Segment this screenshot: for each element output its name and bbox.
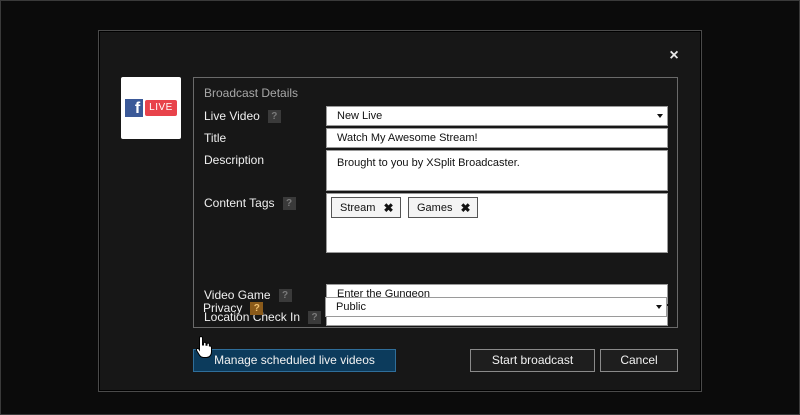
chevron-down-icon[interactable] [652,298,666,316]
description-label-text: Description [204,153,265,167]
close-icon[interactable]: ✖ [460,201,470,215]
help-icon[interactable]: ? [250,301,264,315]
tag-stream: Stream ✖ [331,197,401,218]
cancel-button[interactable]: Cancel [600,349,678,372]
live-badge: LIVE [145,100,177,116]
tag-label: Stream [340,201,376,214]
tag-label: Games [416,201,453,214]
title-input[interactable]: Watch My Awesome Stream! [326,128,668,148]
close-icon[interactable]: × [665,47,683,65]
content-tags-label: Content Tags ? [204,194,296,212]
help-icon[interactable]: ? [282,196,296,210]
content-tags-input[interactable]: Stream ✖ Games ✖ [326,193,668,253]
help-icon[interactable]: ? [278,288,292,302]
privacy-value: Public [336,301,366,313]
content-tags-label-text: Content Tags [204,196,275,210]
title-label: Title [204,129,226,147]
description-textarea[interactable]: Brought to you by XSplit Broadcaster. [326,150,668,191]
facebook-badge: f LIVE [125,99,177,117]
close-icon[interactable]: ✖ [383,201,393,215]
help-icon[interactable]: ? [308,310,322,324]
group-title: Broadcast Details [204,86,299,100]
live-video-select[interactable]: New Live [326,106,668,126]
start-broadcast-button[interactable]: Start broadcast [470,349,595,372]
help-icon[interactable]: ? [267,109,281,123]
broadcast-dialog: × f LIVE Broadcast Details Live Video ? … [98,30,702,392]
description-value: Brought to you by XSplit Broadcaster. [337,157,520,169]
privacy-label: Privacy ? [203,299,264,317]
description-label: Description [204,151,264,169]
live-video-label-text: Live Video [204,109,260,123]
tag-games: Games ✖ [407,197,478,218]
manage-scheduled-button[interactable]: Manage scheduled live videos [193,349,396,372]
facebook-f-icon: f [125,99,144,117]
live-video-label: Live Video ? [204,107,281,125]
broadcast-details-group: Broadcast Details Live Video ? New Live … [193,77,678,328]
privacy-select[interactable]: Public [325,297,667,317]
chevron-down-icon[interactable] [653,107,667,125]
facebook-live-logo: f LIVE [121,77,181,139]
live-video-value: New Live [337,110,383,122]
title-value: Watch My Awesome Stream! [337,132,478,144]
privacy-label-text: Privacy [203,301,243,315]
title-label-text: Title [204,131,227,145]
hand-pointer-icon [195,335,212,358]
